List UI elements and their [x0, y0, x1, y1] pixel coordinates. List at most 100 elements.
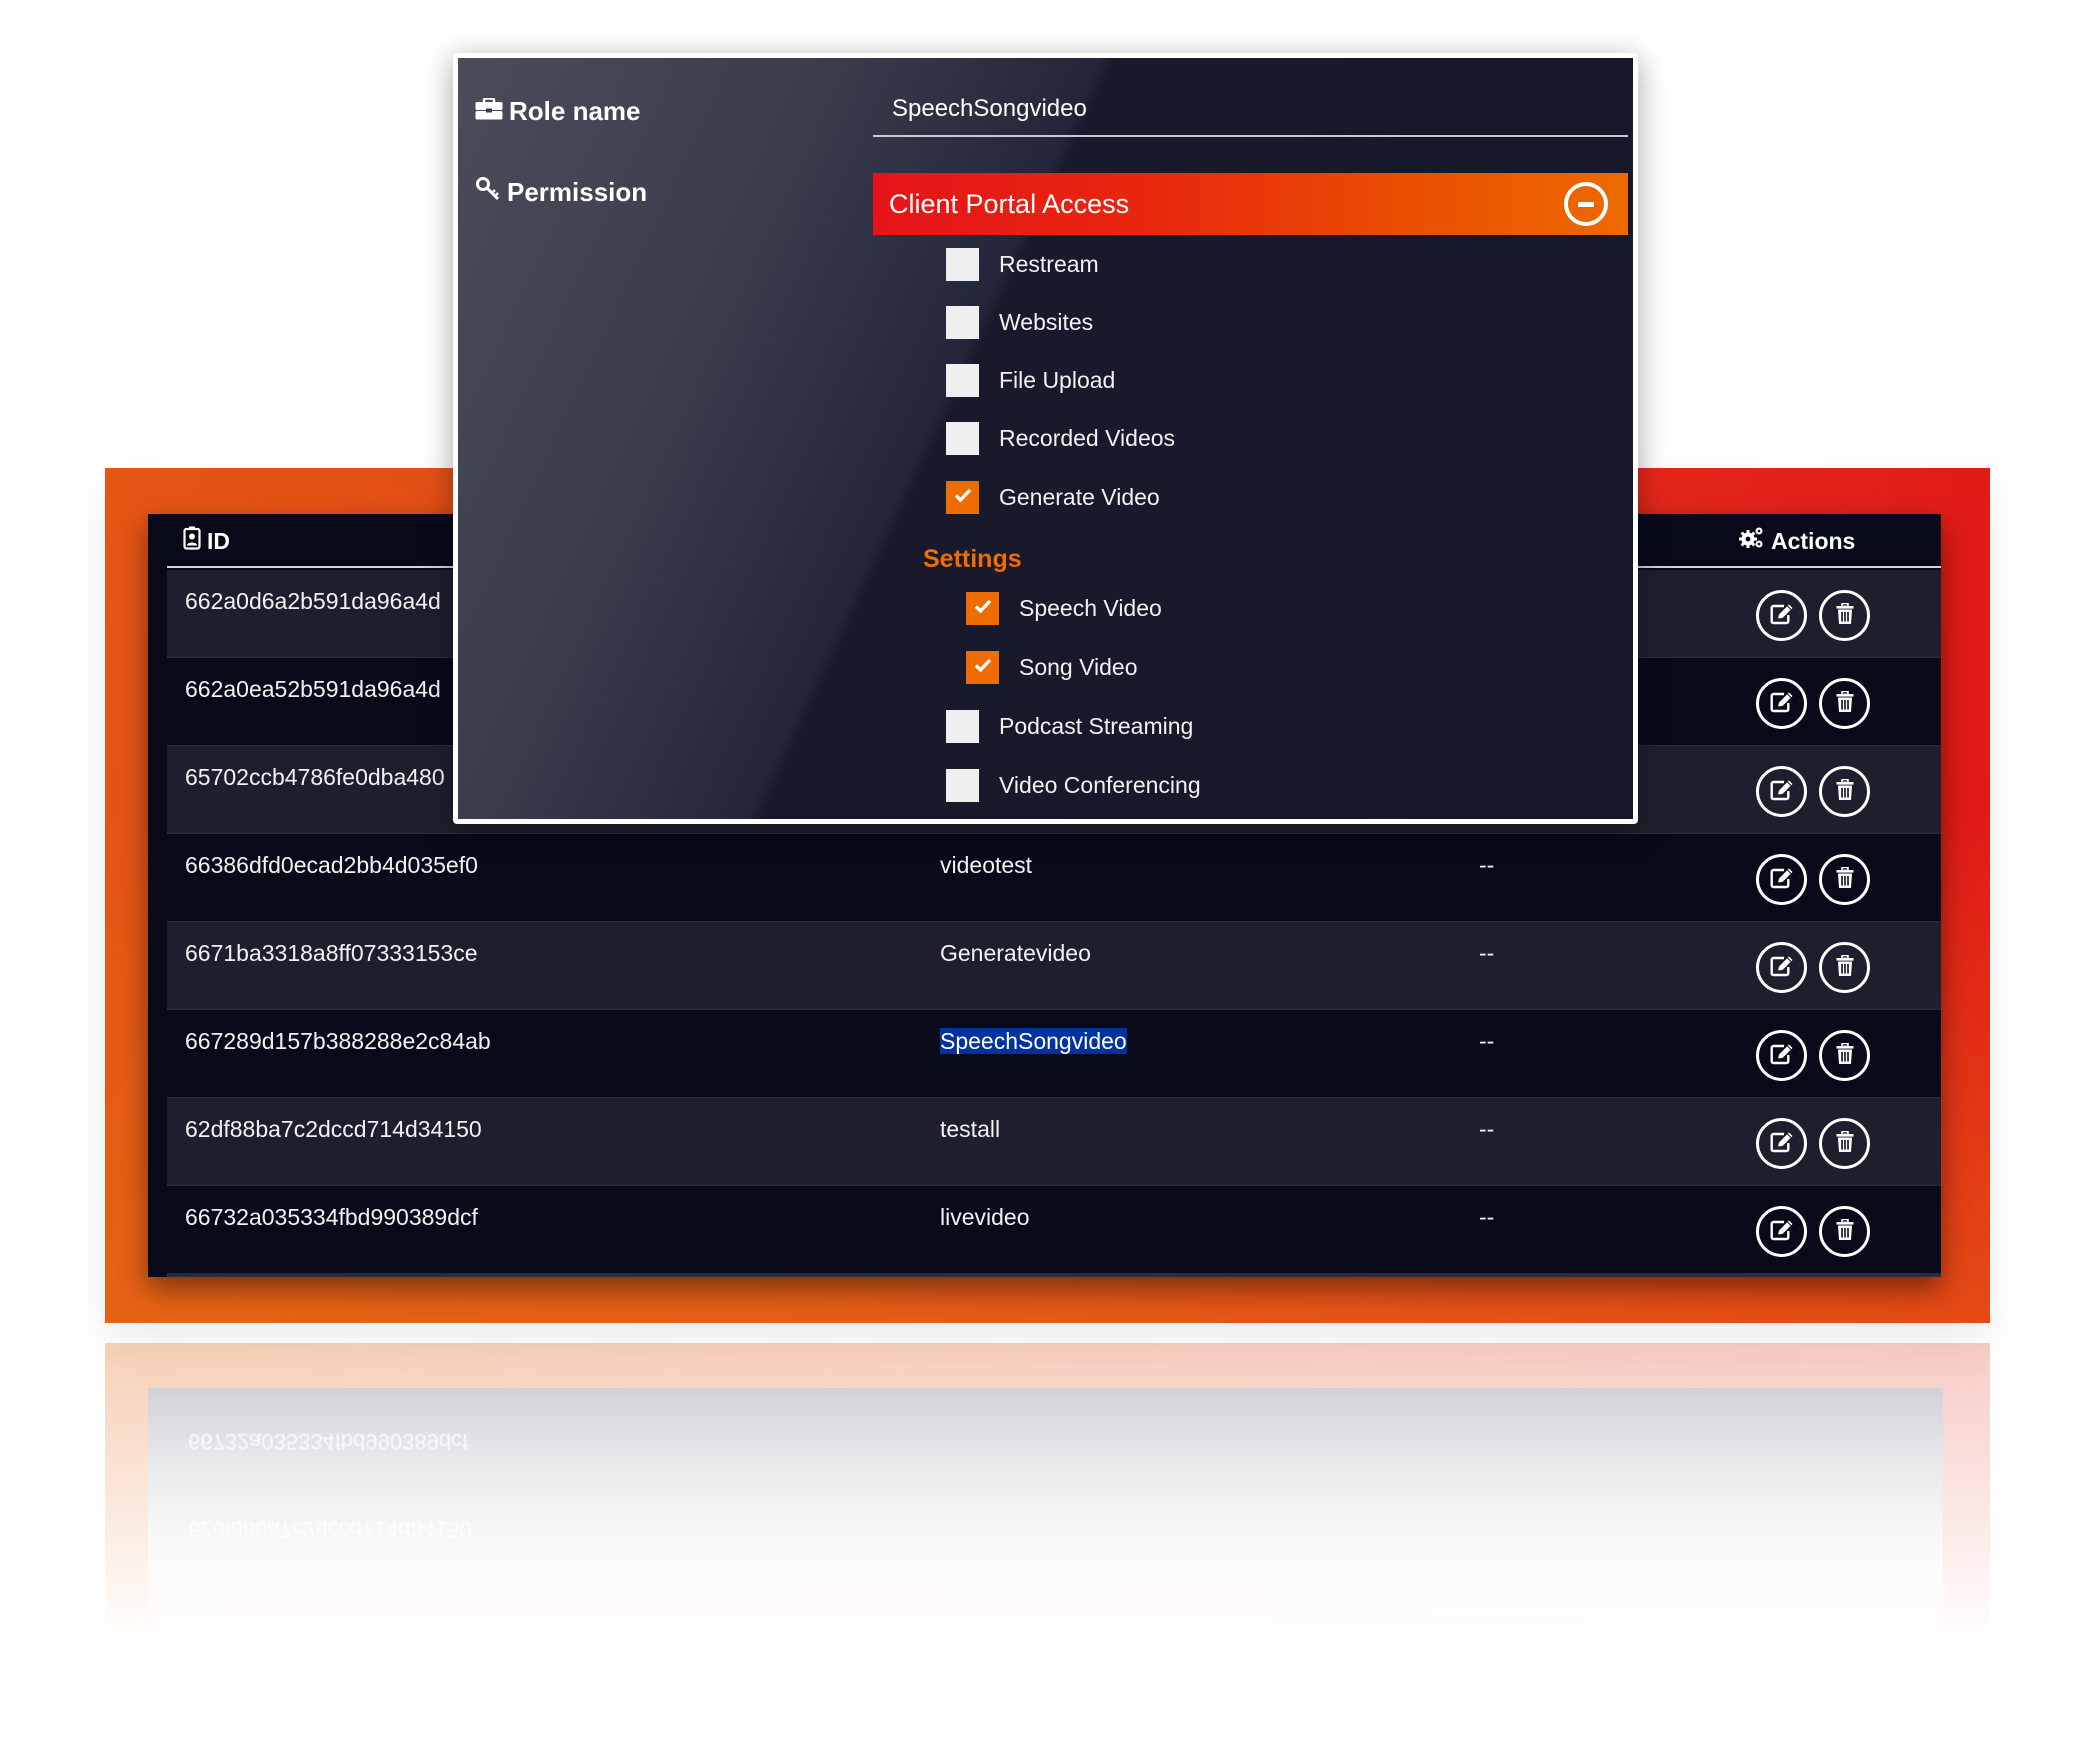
edit-icon	[1770, 867, 1794, 892]
permission-item[interactable]: Podcast Streaming	[946, 710, 1193, 743]
permission-item[interactable]: Generate Video	[946, 481, 1160, 514]
permission-item[interactable]: File Upload	[946, 364, 1115, 397]
row-actions	[1756, 1030, 1870, 1081]
client-portal-access-accordion[interactable]: Client Portal Access	[873, 173, 1628, 235]
row-actions	[1756, 854, 1870, 905]
row-actions	[1756, 590, 1870, 641]
checkbox[interactable]	[946, 422, 979, 455]
cell-id: 662a0d6a2b591da96a4d	[185, 588, 441, 614]
trash-icon	[1836, 602, 1854, 628]
minus-circle-icon[interactable]	[1564, 182, 1608, 226]
cell-description: --	[1479, 1028, 1495, 1054]
permission-label: File Upload	[999, 367, 1116, 393]
key-icon	[475, 176, 501, 209]
row-actions	[1756, 766, 1870, 817]
edit-button[interactable]	[1756, 1030, 1807, 1081]
edit-icon	[1770, 779, 1794, 804]
permission-label: Recorded Videos	[999, 425, 1176, 451]
role-name-label: Role name	[475, 96, 641, 127]
trash-icon	[1836, 1042, 1854, 1068]
role-name-text: videotest	[940, 852, 1033, 878]
permission-item[interactable]: Video Conferencing	[946, 769, 1201, 802]
reflection-row: 66732a035334fbd990389dcf	[188, 1429, 469, 1454]
permission-label: Song Video	[1019, 654, 1138, 680]
edit-icon	[1770, 955, 1794, 980]
row-actions	[1756, 1206, 1870, 1257]
checkbox-checked[interactable]	[966, 651, 999, 684]
gears-icon	[1739, 526, 1765, 556]
cell-role-name: testall	[940, 1116, 1000, 1143]
permission-item[interactable]: Speech Video	[966, 592, 1162, 625]
column-header-id[interactable]: ID	[183, 526, 230, 556]
checkbox-checked[interactable]	[946, 481, 979, 514]
delete-button[interactable]	[1819, 1030, 1870, 1081]
table-row: 66732a035334fbd990389dcf livevideo --	[167, 1186, 1941, 1274]
role-name-text: livevideo	[940, 1204, 1030, 1230]
accordion-title: Client Portal Access	[889, 188, 1130, 219]
check-icon	[954, 488, 972, 507]
trash-icon	[1836, 690, 1854, 716]
delete-button[interactable]	[1819, 766, 1870, 817]
row-actions	[1756, 942, 1870, 993]
edit-button[interactable]	[1756, 766, 1807, 817]
cell-description: --	[1479, 852, 1495, 878]
permission-item[interactable]: Restream	[946, 248, 1099, 281]
edit-button[interactable]	[1756, 942, 1807, 993]
cell-id: 62df88ba7c2dccd714d34150	[185, 1116, 482, 1142]
table-footer-divider	[167, 1273, 1941, 1277]
cell-role-name: Generatevideo	[940, 940, 1091, 967]
cell-id: 66386dfd0ecad2bb4d035ef0	[185, 852, 478, 878]
delete-button[interactable]	[1819, 1118, 1870, 1169]
column-header-actions: Actions	[1739, 526, 1855, 556]
edit-button[interactable]	[1756, 678, 1807, 729]
edit-button[interactable]	[1756, 1206, 1807, 1257]
cell-description: --	[1479, 1204, 1495, 1230]
edit-button[interactable]	[1756, 1118, 1807, 1169]
role-name-text: testall	[940, 1116, 1001, 1142]
permission-item[interactable]: Song Video	[966, 651, 1138, 684]
reflection-row: 62df88ba7c2dccd714d34150	[188, 1517, 472, 1542]
trash-icon	[1836, 1218, 1854, 1244]
delete-button[interactable]	[1819, 590, 1870, 641]
checkbox[interactable]	[946, 769, 979, 802]
cell-id: 6671ba3318a8ff07333153ce	[185, 940, 478, 966]
table-row: 6671ba3318a8ff07333153ce Generatevideo --	[167, 922, 1941, 1010]
row-actions	[1756, 1118, 1870, 1169]
column-header-actions-label: Actions	[1771, 527, 1856, 554]
edit-icon	[1770, 1219, 1794, 1244]
column-header-id-label: ID	[207, 527, 230, 554]
role-name-input[interactable]	[873, 83, 1628, 137]
delete-button[interactable]	[1819, 1206, 1870, 1257]
permission-item[interactable]: Websites	[946, 306, 1093, 339]
checkbox[interactable]	[946, 364, 979, 397]
check-icon	[974, 599, 992, 618]
delete-button[interactable]	[1819, 854, 1870, 905]
permission-label: Websites	[999, 309, 1094, 335]
edit-button[interactable]	[1756, 854, 1807, 905]
delete-button[interactable]	[1819, 678, 1870, 729]
checkbox[interactable]	[946, 248, 979, 281]
selected-text: SpeechSongvideo	[940, 1028, 1127, 1054]
checkbox-checked[interactable]	[966, 592, 999, 625]
settings-heading: Settings	[923, 545, 1022, 573]
cell-description: --	[1479, 1116, 1495, 1142]
edit-role-modal: Role name Permission Client Portal Acces…	[453, 53, 1638, 824]
checkbox[interactable]	[946, 306, 979, 339]
cell-role-name: SpeechSongvideo	[940, 1028, 1127, 1055]
role-name-text: Generatevideo	[940, 940, 1091, 966]
edit-icon	[1770, 1131, 1794, 1156]
table-reflection: 66732a035334fbd990389dcf 62df88ba7c2dccd7…	[105, 1343, 1990, 1648]
id-badge-icon	[183, 526, 201, 556]
edit-button[interactable]	[1756, 590, 1807, 641]
briefcase-icon	[475, 96, 503, 127]
permission-item[interactable]: Recorded Videos	[946, 422, 1175, 455]
check-icon	[974, 658, 992, 677]
checkbox[interactable]	[946, 710, 979, 743]
cell-id: 667289d157b388288e2c84ab	[185, 1028, 491, 1054]
edit-icon	[1770, 691, 1794, 716]
delete-button[interactable]	[1819, 942, 1870, 993]
permission-label: Video Conferencing	[999, 772, 1201, 798]
permission-label: Permission	[475, 176, 647, 209]
role-name-label-text: Role name	[509, 96, 641, 126]
table-row: 62df88ba7c2dccd714d34150 testall --	[167, 1098, 1941, 1186]
